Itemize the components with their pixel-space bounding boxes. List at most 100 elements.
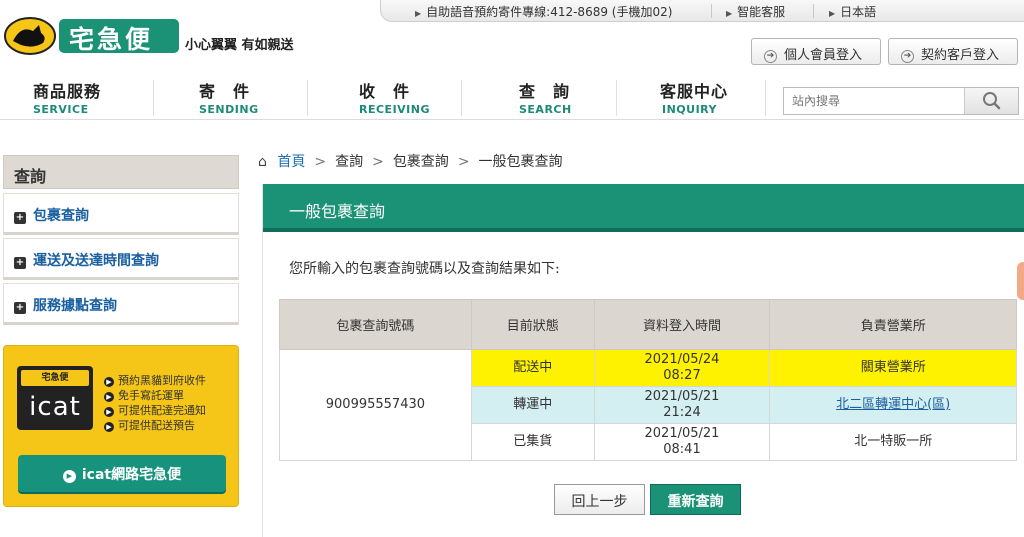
japanese-link[interactable]: ▶ 日本語: [829, 3, 876, 20]
contract-login-button[interactable]: ➔ 契約客戶登入: [888, 38, 1018, 65]
divider: [461, 80, 462, 116]
nav-receiving[interactable]: 收 件 RECEIVING: [359, 78, 430, 118]
back-button[interactable]: 回上一步: [554, 484, 645, 515]
smart-service-link[interactable]: ▶ 智能客服: [726, 3, 785, 20]
office-cell: 北二區轉運中心(區): [769, 386, 1017, 424]
time-text: 08:27: [663, 368, 701, 383]
date-text: 2021/05/21: [644, 389, 720, 404]
chevron-right-icon: >: [314, 154, 327, 170]
japanese-label: 日本語: [840, 5, 877, 19]
icat-feature-label: 可提供配送預告: [118, 419, 195, 432]
divider: [765, 80, 766, 116]
icat-logo: 宅急便 icat: [17, 366, 93, 430]
hotline-link[interactable]: ▶ 自助語音預約寄件專線:412-8689 (手機加02): [415, 3, 672, 20]
nav-service[interactable]: 商品服務 SERVICE: [33, 78, 101, 118]
logo-text: 宅急便: [69, 25, 154, 54]
sidebar-item-service-points[interactable]: + 服務據點查詢: [3, 283, 239, 325]
triangle-right-icon: ▶: [829, 9, 836, 18]
icat-feature: ▶ 免手寫託運單: [104, 387, 184, 403]
icat-brand: 宅急便: [21, 370, 89, 386]
date-text: 2021/05/24: [644, 352, 720, 367]
office-cell: 關東營業所: [769, 349, 1017, 387]
plus-square-icon: +: [14, 257, 26, 269]
icat-feature-label: 可提供配達完通知: [118, 404, 206, 417]
top-utility-bar: ▶ 自助語音預約寄件專線:412-8689 (手機加02) ▶ 智能客服 ▶ 日本語: [380, 0, 1024, 22]
panel-title: 一般包裹查詢: [263, 184, 1024, 232]
sidebar-title: 查詢: [3, 155, 239, 189]
time-cell: 2021/05/21 08:41: [593, 423, 771, 461]
triangle-right-icon: ▶: [415, 9, 422, 18]
nav-sending-sublabel: SENDING: [199, 103, 259, 116]
search-button[interactable]: [964, 88, 1018, 114]
home-icon: ⌂: [258, 154, 267, 170]
nav-receiving-label: 收 件: [359, 82, 411, 101]
nav-search[interactable]: 查 詢 SEARCH: [519, 78, 572, 118]
breadcrumb-home[interactable]: 首頁: [277, 154, 305, 170]
breadcrumb-query[interactable]: 查詢: [335, 154, 363, 170]
triangle-right-icon: ▶: [726, 9, 733, 18]
brand-tagline: 小心翼翼 有如親送: [185, 38, 294, 53]
hotline-label: 自助語音預約寄件專線:412-8689 (手機加02): [426, 5, 673, 19]
nav-sending[interactable]: 寄 件 SENDING: [199, 78, 259, 118]
sidebar-item-label: 服務據點查詢: [33, 298, 117, 314]
chevron-right-icon: >: [372, 154, 384, 170]
site-search-input[interactable]: [784, 88, 964, 114]
divider: [307, 80, 308, 116]
new-query-button[interactable]: 重新查詢: [650, 484, 741, 515]
nav-inquiry[interactable]: 客服中心 INQUIRY: [660, 78, 728, 118]
nav-service-label: 商品服務: [33, 82, 102, 101]
breadcrumb-parcel-query[interactable]: 包裹查詢: [393, 154, 449, 170]
header-time: 資料登入時間: [593, 299, 771, 350]
divider: [616, 80, 617, 116]
yamato-logo[interactable]: 宅急便: [3, 15, 181, 57]
member-login-button[interactable]: ➔ 個人會員登入: [751, 38, 881, 65]
nav-receiving-sublabel: RECEIVING: [359, 103, 431, 116]
site-search: [783, 87, 1019, 115]
date-text: 2021/05/21: [644, 426, 720, 441]
nav-inquiry-label: 客服中心: [660, 82, 729, 101]
icat-feature: ▶ 可提供配達完通知: [104, 402, 206, 418]
magnifier-icon: [983, 92, 1001, 110]
time-text: 08:41: [663, 442, 701, 457]
sidebar-item-label: 運送及送達時間查詢: [33, 253, 159, 269]
icat-online-button[interactable]: ▶ icat網路宅急便: [18, 455, 226, 492]
icat-feature: ▶ 可提供配送預告: [104, 417, 195, 433]
time-cell: 2021/05/21 21:24: [593, 386, 771, 424]
arrow-dot-icon: ▶: [104, 392, 114, 402]
icat-word: icat: [29, 392, 81, 422]
arrow-dot-icon: ▶: [104, 422, 114, 432]
plus-square-icon: +: [14, 212, 26, 224]
sidebar-item-delivery-time[interactable]: + 運送及送達時間查詢: [3, 238, 239, 280]
chevron-right-icon: >: [457, 154, 470, 170]
arrow-circle-icon: ➔: [901, 50, 914, 63]
member-login-label: 個人會員登入: [784, 48, 863, 63]
tracking-number-cell: 900995557430: [279, 349, 472, 461]
nav-search-label: 查 詢: [519, 82, 571, 101]
icat-feature: ▶ 預約黑貓到府收件: [104, 372, 206, 388]
header-office: 負責營業所: [769, 299, 1017, 350]
status-cell: 已集貨: [470, 423, 595, 461]
icat-button-label: icat網路宅急便: [81, 467, 182, 483]
result-panel: 一般包裹查詢 您所輸入的包裹查詢號碼以及查詢結果如下: 包裹查詢號碼 目前狀態 …: [262, 184, 1024, 537]
table-header-row: 包裹查詢號碼 目前狀態 資料登入時間 負責營業所: [279, 299, 1017, 350]
breadcrumb-current: 一般包裹查詢: [478, 154, 563, 170]
floating-side-tab[interactable]: [1017, 262, 1024, 300]
play-circle-icon: ▶: [62, 470, 76, 483]
nav-inquiry-sublabel: INQUIRY: [662, 103, 718, 116]
office-link[interactable]: 北二區轉運中心(區): [836, 397, 950, 412]
divider: [813, 4, 814, 18]
header-tracking-number: 包裹查詢號碼: [279, 299, 472, 350]
result-intro: 您所輸入的包裹查詢號碼以及查詢結果如下:: [289, 261, 560, 277]
header-status: 目前狀態: [470, 299, 595, 350]
arrow-dot-icon: ▶: [104, 407, 114, 417]
office-cell: 北一特販一所: [769, 423, 1017, 461]
status-cell: 轉運中: [470, 386, 595, 424]
arrow-circle-icon: ➔: [764, 50, 777, 63]
breadcrumb: ⌂ 首頁 > 查詢 > 包裹查詢 > 一般包裹查詢: [258, 151, 563, 171]
icat-feature-label: 免手寫託運單: [118, 389, 184, 402]
arrow-dot-icon: ▶: [104, 377, 114, 387]
divider: [153, 80, 154, 116]
time-text: 21:24: [663, 405, 701, 420]
time-cell: 2021/05/24 08:27: [593, 349, 771, 387]
sidebar-item-parcel-query[interactable]: + 包裹查詢: [3, 193, 239, 235]
